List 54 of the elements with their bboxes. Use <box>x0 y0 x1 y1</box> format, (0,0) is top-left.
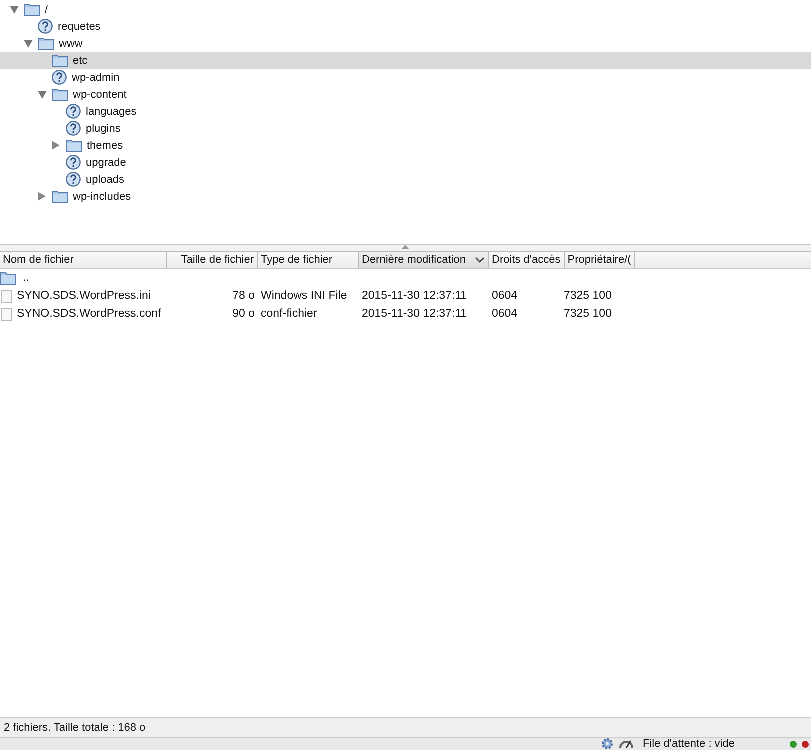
folder-icon <box>0 272 16 284</box>
question-icon <box>38 19 53 34</box>
table-cell: 7325 100 <box>564 290 612 302</box>
folder-icon <box>52 190 68 204</box>
column-header[interactable]: Propriétaire/( <box>564 252 636 268</box>
expanded-triangle-icon[interactable] <box>24 40 32 48</box>
table-cell: 2015-11-30 12:37:11 <box>362 308 468 320</box>
question-icon <box>66 104 81 119</box>
tree-item[interactable]: requetes <box>0 18 811 35</box>
tree-item[interactable]: plugins <box>0 120 811 137</box>
folder-icon <box>66 138 82 152</box>
file-name[interactable]: SYNO.SDS.WordPress.ini <box>17 290 151 302</box>
sort-chevron-icon <box>475 257 485 263</box>
table-cell: 2015-11-30 12:37:11 <box>362 290 468 302</box>
table-cell: Windows INI File <box>261 290 348 302</box>
queue-status: File d'attente : vide <box>643 738 735 750</box>
column-header[interactable]: Nom de fichier <box>0 252 167 268</box>
tree-item[interactable]: languages <box>0 103 811 120</box>
question-icon <box>52 70 67 85</box>
collapsed-triangle-icon[interactable] <box>52 141 60 150</box>
tree-item[interactable]: uploads <box>0 171 811 188</box>
file-name[interactable]: SYNO.SDS.WordPress.conf <box>17 308 162 320</box>
expanded-triangle-icon[interactable] <box>10 6 18 14</box>
table-cell: 78 o <box>232 290 255 302</box>
collapsed-triangle-icon[interactable] <box>38 192 46 201</box>
question-icon <box>66 121 81 136</box>
tree-item[interactable]: wp-content <box>0 86 811 103</box>
question-icon <box>66 155 81 170</box>
table-cell: 90 o <box>232 308 255 320</box>
folder-icon <box>52 54 68 68</box>
file-name[interactable]: .. <box>23 272 30 284</box>
table-cell: 0604 <box>492 308 518 320</box>
gear-icon[interactable] <box>601 738 614 750</box>
expanded-triangle-icon[interactable] <box>38 90 46 98</box>
tree-item[interactable]: wp-admin <box>0 69 811 86</box>
folder-icon <box>24 2 40 16</box>
column-header[interactable]: Taille de fichier <box>167 252 258 268</box>
splitter-handle-icon[interactable] <box>402 245 409 249</box>
table-cell: 0604 <box>492 290 518 302</box>
tree-item[interactable]: wp-includes <box>0 188 811 205</box>
folder-icon <box>52 88 68 102</box>
tree-item[interactable]: / <box>0 1 811 18</box>
speedometer-icon[interactable] <box>619 738 634 750</box>
table-cell: conf-fichier <box>261 308 318 320</box>
column-header[interactable]: Dernière modification <box>359 252 489 268</box>
tree-item[interactable]: themes <box>0 137 811 154</box>
summary-text: 2 fichiers. Taille totale : 168 o <box>4 722 146 734</box>
tree-item[interactable]: etc <box>0 52 811 69</box>
column-header[interactable]: Droits d'accès <box>489 252 565 268</box>
table-cell: 7325 100 <box>564 308 612 320</box>
folder-icon <box>38 36 54 50</box>
tree-item[interactable]: www <box>0 35 811 52</box>
tree-item[interactable]: upgrade <box>0 154 811 171</box>
question-icon <box>66 172 81 187</box>
